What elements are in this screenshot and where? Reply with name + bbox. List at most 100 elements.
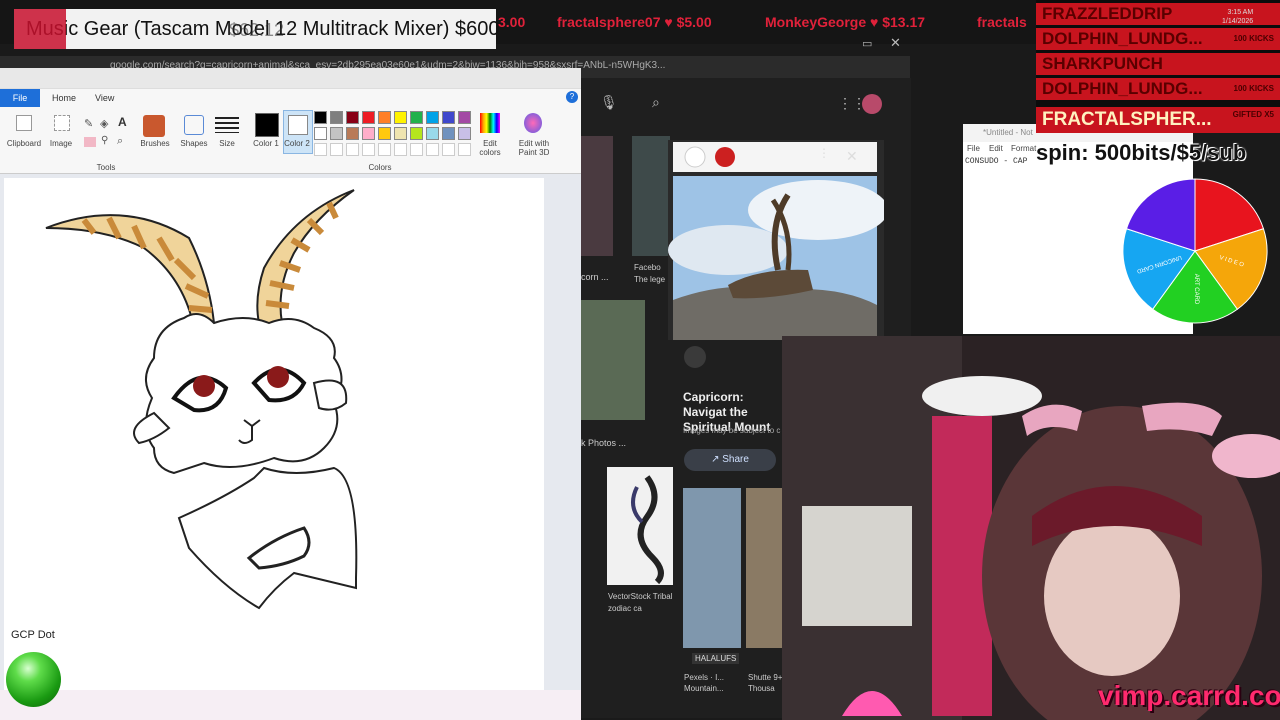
clock-time: 3:15 AM	[1227, 9, 1254, 16]
notepad-title: *Untitled - Not	[983, 128, 1033, 137]
tab-file[interactable]: File	[0, 89, 40, 107]
select-icon[interactable]	[54, 115, 70, 131]
sub-name: FRACTALSPHER...	[1042, 109, 1212, 130]
clipboard-label: Clipboard	[6, 139, 42, 148]
audio-visualizer	[0, 690, 581, 720]
palette-swatch-empty[interactable]	[346, 143, 359, 156]
tab-home[interactable]: Home	[52, 93, 76, 103]
palette-swatch[interactable]	[346, 127, 359, 140]
text-tool-icon[interactable]: A	[118, 115, 127, 129]
color2-fill	[288, 115, 308, 135]
thumb-image[interactable]	[581, 300, 645, 420]
ticker-item: fractalsphere07 ♥ $5.00	[557, 14, 712, 30]
edit-colors-icon[interactable]	[480, 113, 500, 133]
share-button[interactable]: ↗ Share	[684, 449, 776, 471]
notepad-menu-edit[interactable]: Edit	[989, 144, 1003, 153]
help-icon[interactable]: ?	[566, 91, 578, 103]
thumb-image[interactable]	[746, 488, 782, 648]
paint3d-icon[interactable]	[524, 113, 542, 133]
palette-swatch-empty[interactable]	[410, 143, 423, 156]
avatar[interactable]	[862, 94, 882, 114]
capricorn-zodiac-icon	[631, 475, 664, 585]
thumb-label: corn ...	[581, 272, 609, 282]
shapes-icon[interactable]	[184, 115, 204, 135]
ticker-item: fractals	[977, 14, 1027, 30]
pencil-icon[interactable]: ✎	[84, 117, 93, 130]
share-label: Share	[722, 454, 749, 465]
clock-date: 1/14/2026	[1222, 18, 1254, 25]
thumb-label: Facebo The lege	[634, 263, 666, 284]
tools-label: Tools	[96, 163, 116, 172]
palette-swatch-empty[interactable]	[314, 143, 327, 156]
color-picker-icon[interactable]: ⚲	[101, 135, 108, 146]
thumb-image[interactable]	[607, 467, 673, 585]
palette-swatch[interactable]	[314, 111, 327, 124]
paint-titlebar	[0, 68, 581, 89]
palette-swatch[interactable]	[330, 127, 343, 140]
microphone-icon[interactable]: 🎙	[600, 94, 618, 111]
thumb-image[interactable]	[581, 136, 613, 256]
magnifier-icon[interactable]: ⌕	[117, 135, 123, 148]
palette-swatch-empty[interactable]	[426, 143, 439, 156]
thumb-image[interactable]	[632, 136, 670, 256]
palette-swatch[interactable]	[426, 111, 439, 124]
search-icon[interactable]: ⌕	[652, 94, 660, 111]
image-preview-panel	[668, 140, 888, 340]
gcp-dot-indicator	[6, 652, 61, 707]
palette-swatch[interactable]	[394, 127, 407, 140]
palette-swatch[interactable]	[426, 127, 439, 140]
carrd-overlay: vimp.carrd.co	[1098, 680, 1280, 711]
palette-swatch[interactable]	[362, 111, 375, 124]
palette-swatch-empty[interactable]	[362, 143, 375, 156]
palette-swatch[interactable]	[378, 111, 391, 124]
palette-swatch[interactable]	[330, 111, 343, 124]
sub-tag: 100 KICKS	[1233, 34, 1274, 43]
brushes-label: Brushes	[140, 139, 170, 148]
palette-swatch[interactable]	[458, 111, 471, 124]
ibex-preview-image	[668, 142, 888, 340]
color1-swatch[interactable]	[255, 113, 279, 137]
more-options-icon[interactable]: ⋮	[818, 146, 830, 160]
palette-swatch-empty[interactable]	[442, 143, 455, 156]
gear-banner-accent	[14, 9, 66, 49]
palette-swatch-empty[interactable]	[330, 143, 343, 156]
sub-tag: 100 KICKS	[1233, 84, 1274, 93]
eraser-icon[interactable]	[84, 137, 96, 147]
minimize-icon[interactable]: ▭	[862, 37, 872, 50]
webcam-feed	[782, 336, 1280, 720]
palette-swatch[interactable]	[410, 111, 423, 124]
palette-swatch[interactable]	[442, 127, 455, 140]
notepad-menu-format[interactable]: Format	[1011, 144, 1036, 153]
clipboard-icon[interactable]	[16, 115, 32, 131]
thumb-badge: HALALUFS	[692, 653, 740, 664]
sub-row: DOLPHIN_LUNDG... 100 KICKS	[1036, 28, 1280, 50]
palette-swatch[interactable]	[442, 111, 455, 124]
clock: 3:15 AM 1/14/2026	[1222, 8, 1253, 26]
colors-label: Colors	[368, 163, 392, 172]
thumb-image[interactable]	[683, 488, 741, 648]
size-icon[interactable]	[215, 117, 239, 133]
fill-icon[interactable]: ◈	[100, 117, 108, 130]
palette-swatch[interactable]	[410, 127, 423, 140]
close-icon[interactable]: ✕	[890, 35, 901, 51]
drawing-canvas[interactable]	[4, 178, 544, 690]
palette-swatch-empty[interactable]	[378, 143, 391, 156]
palette-swatch[interactable]	[394, 111, 407, 124]
brushes-icon[interactable]	[143, 115, 165, 137]
palette-swatch[interactable]	[346, 111, 359, 124]
palette-swatch[interactable]	[314, 127, 327, 140]
lens-icon[interactable]	[684, 346, 706, 368]
notepad-menu-file[interactable]: File	[967, 144, 980, 153]
sub-name: DOLPHIN_LUNDG...	[1042, 29, 1203, 48]
palette-swatch-empty[interactable]	[394, 143, 407, 156]
palette-swatch-empty[interactable]	[458, 143, 471, 156]
close-preview-icon[interactable]: ✕	[846, 148, 858, 165]
palette-swatch[interactable]	[458, 127, 471, 140]
palette-swatch[interactable]	[378, 127, 391, 140]
notepad-content[interactable]: CONSUDO - CAP	[965, 157, 1027, 166]
tab-view[interactable]: View	[95, 93, 114, 103]
sub-row: DOLPHIN_LUNDG... 100 KICKS	[1036, 78, 1280, 100]
shapes-label: Shapes	[180, 139, 208, 148]
wheel-label: ART CARD	[1193, 274, 1199, 305]
palette-swatch[interactable]	[362, 127, 375, 140]
